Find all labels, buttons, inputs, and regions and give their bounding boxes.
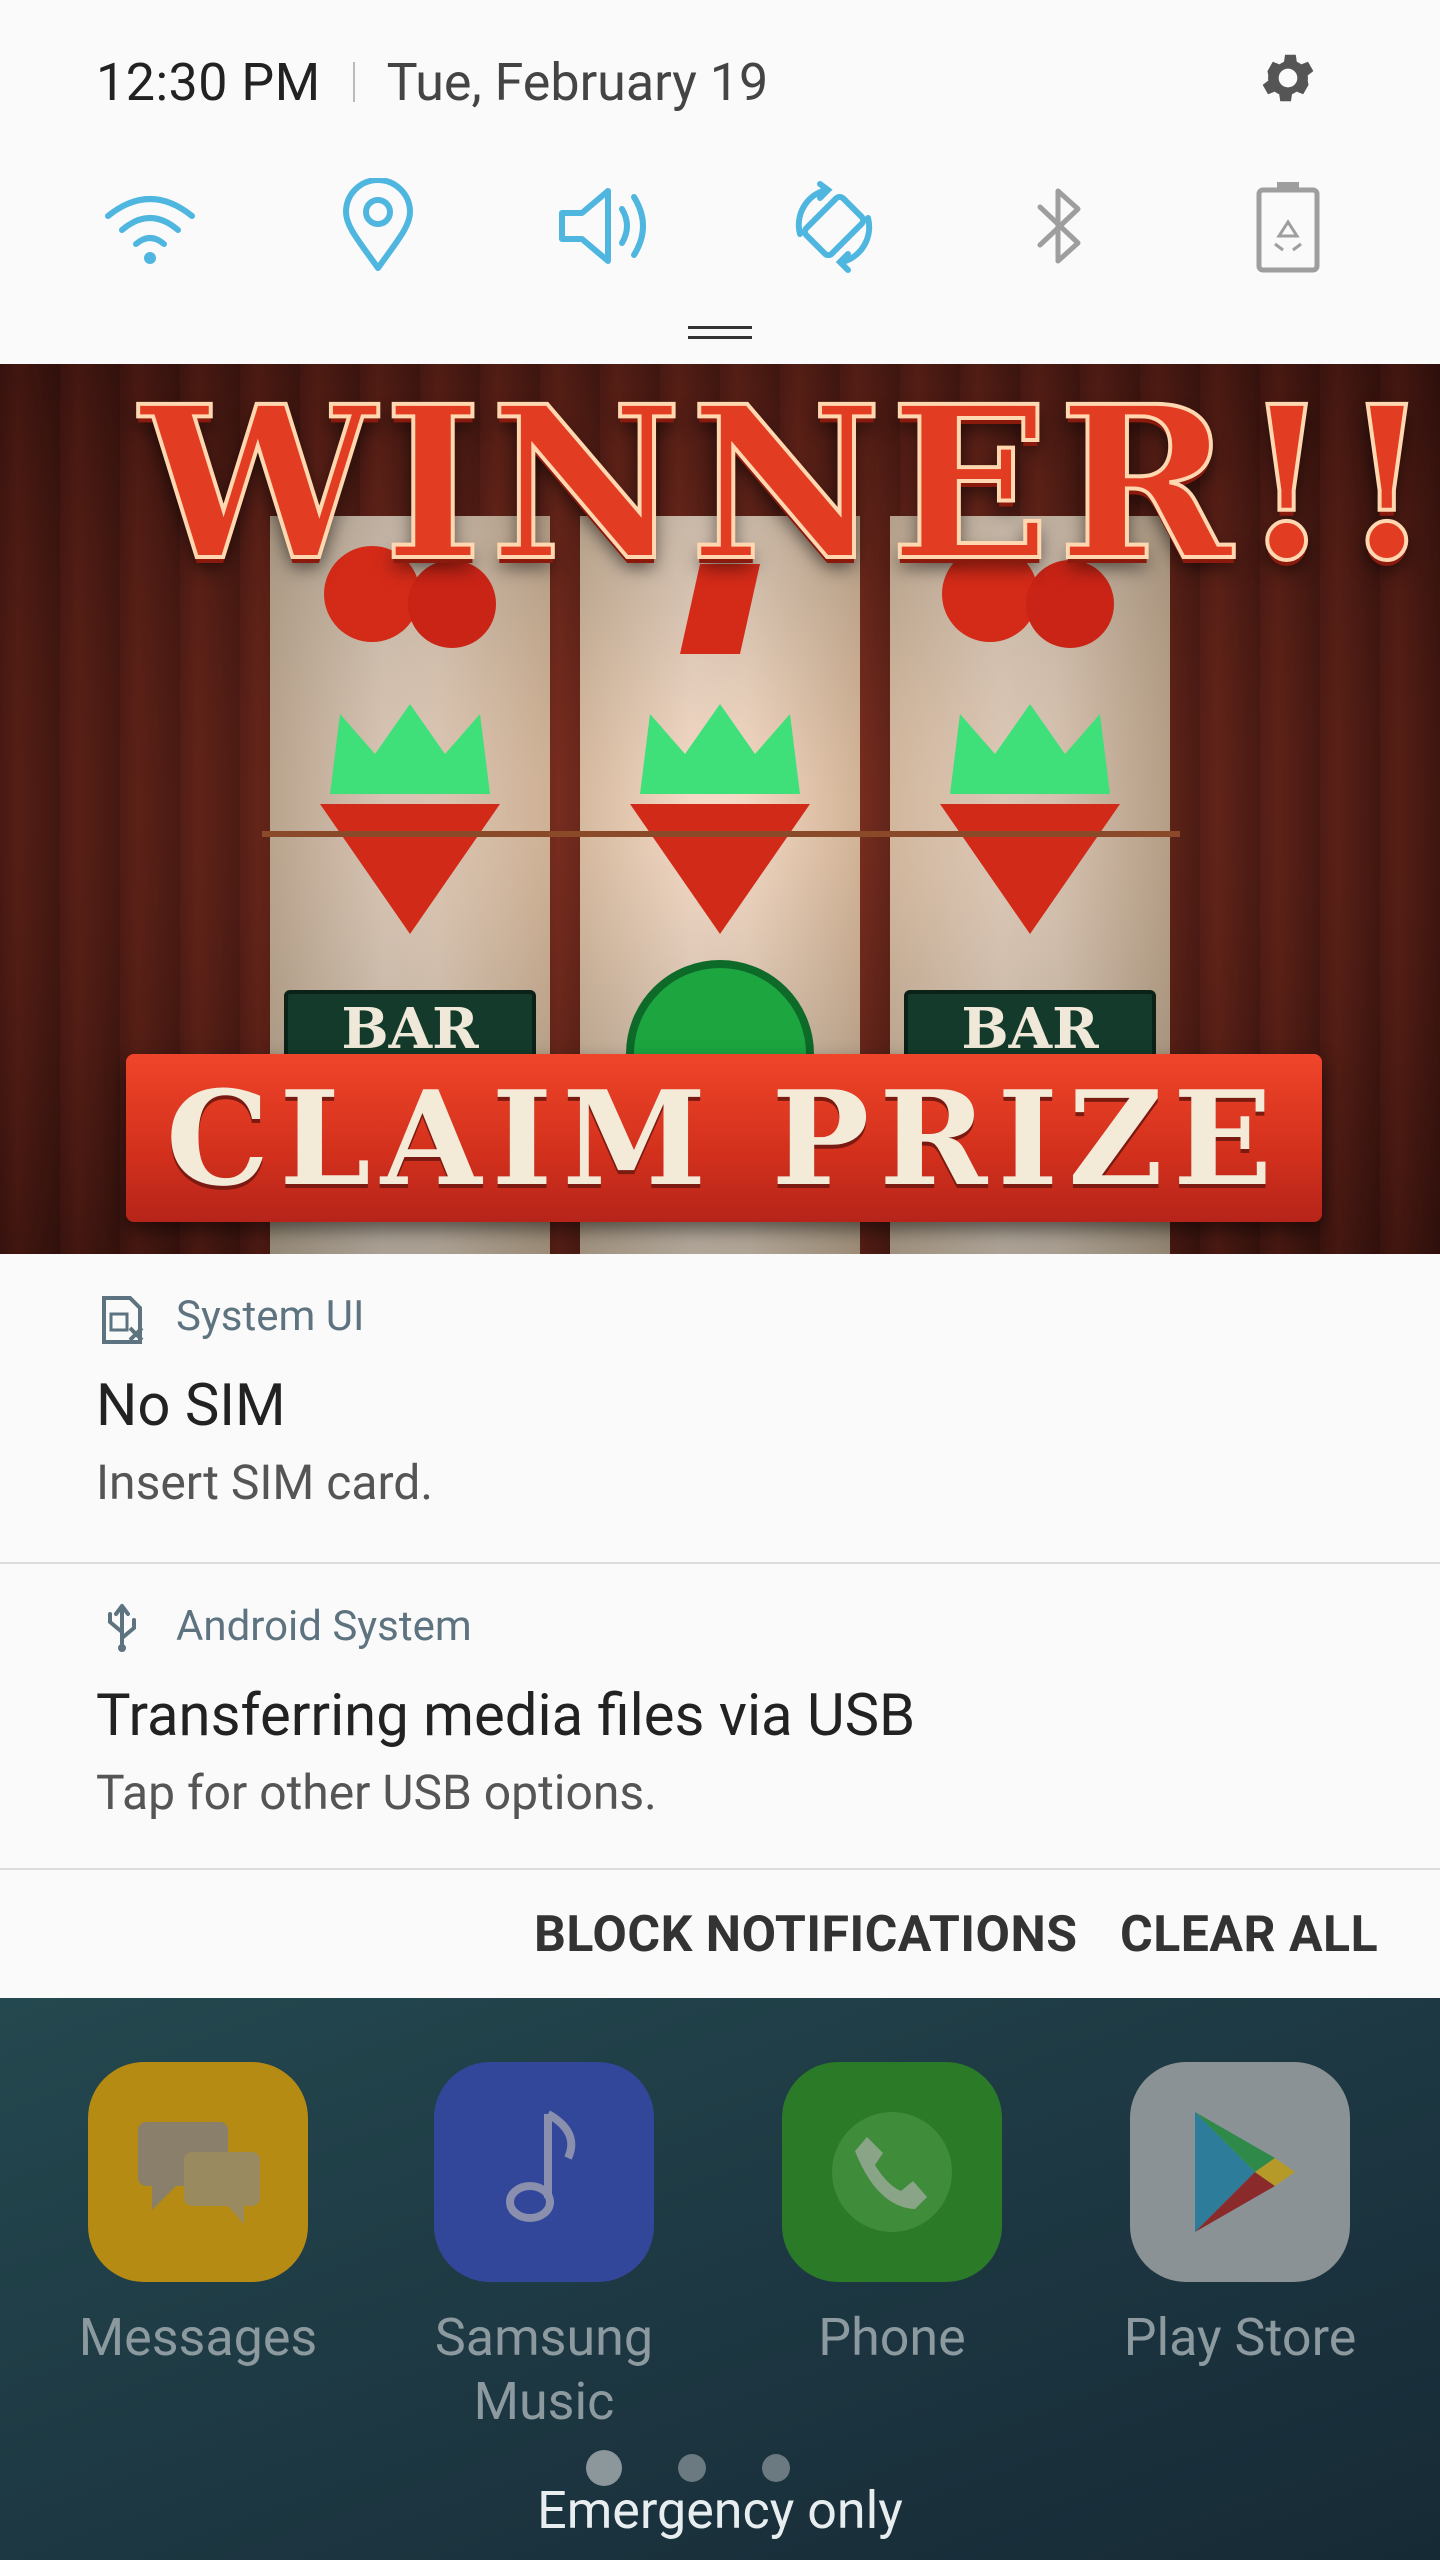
page-dot	[678, 2454, 706, 2482]
bar-symbol-left: BAR	[284, 990, 536, 1062]
play-store-icon	[1130, 2062, 1350, 2282]
home-screen: Messages Samsung Music Phone Play Store …	[0, 1998, 1440, 2560]
ad-headline: WINNER!!!	[138, 364, 1440, 607]
claim-prize-label: CLAIM PRIZE	[165, 1061, 1283, 1215]
wifi-icon	[105, 196, 195, 264]
dock-label: Messages	[78, 2307, 318, 2368]
notification-system-ui[interactable]: System UI No SIM Insert SIM card.	[0, 1254, 1440, 1562]
settings-gear-icon[interactable]	[1256, 46, 1320, 110]
messages-icon	[88, 2062, 308, 2282]
block-notifications-button[interactable]: BLOCK NOTIFICATIONS	[534, 1906, 1078, 1964]
dock-app-samsung-music[interactable]: Samsung Music	[414, 2062, 674, 2434]
claim-prize-button[interactable]: CLAIM PRIZE	[126, 1054, 1322, 1222]
power-saving-icon	[1256, 182, 1320, 273]
clock: 12:30 PM	[96, 51, 321, 113]
wifi-toggle[interactable]	[100, 176, 200, 276]
auto-rotate-toggle[interactable]	[784, 176, 884, 276]
notification-android-system[interactable]: Android System Transferring media files …	[0, 1562, 1440, 1868]
notification-title: No SIM	[96, 1372, 286, 1440]
status-line: 12:30 PM Tue, February 19	[96, 51, 769, 113]
quick-panel: 12:30 PM Tue, February 19	[0, 0, 1440, 364]
notification-text: Tap for other USB options.	[96, 1764, 657, 1821]
bar-symbol-right: BAR	[904, 990, 1156, 1062]
auto-rotate-icon	[795, 181, 873, 273]
dock-label: Phone	[818, 2307, 966, 2368]
sim-card-icon	[102, 1296, 144, 1344]
phone-icon	[782, 2062, 1002, 2282]
quick-settings-row	[0, 176, 1440, 276]
music-icon	[434, 2062, 654, 2282]
page-dot	[762, 2454, 790, 2482]
notification-text: Insert SIM card.	[96, 1454, 433, 1511]
dock-app-messages[interactable]: Messages	[68, 2062, 328, 2370]
sound-toggle[interactable]	[556, 176, 656, 276]
emergency-only-label: Emergency only	[537, 2480, 903, 2541]
bluetooth-toggle[interactable]	[1010, 176, 1110, 276]
notification-app-name: System UI	[176, 1292, 365, 1341]
clear-all-button[interactable]: CLEAR ALL	[1120, 1906, 1378, 1964]
dock-label: Samsung Music	[434, 2307, 654, 2432]
sound-icon	[559, 188, 646, 264]
date[interactable]: Tue, February 19	[387, 52, 769, 113]
dock-label: Play Store	[1123, 2307, 1357, 2368]
location-toggle[interactable]	[328, 176, 428, 276]
divider	[352, 62, 355, 102]
dock-app-play-store[interactable]: Play Store	[1110, 2062, 1370, 2370]
location-icon	[343, 178, 413, 271]
power-saving-toggle[interactable]	[1238, 176, 1338, 276]
ad-banner[interactable]: BAR BAR WINNER!!! CLAIM PRIZE	[0, 364, 1440, 1254]
notification-title: Transferring media files via USB	[96, 1682, 916, 1750]
drag-handle[interactable]	[688, 326, 752, 340]
usb-icon	[108, 1604, 136, 1652]
notification-app-name: Android System	[176, 1602, 472, 1651]
dock-app-phone[interactable]: Phone	[762, 2062, 1022, 2370]
notification-actions: BLOCK NOTIFICATIONS CLEAR ALL	[0, 1868, 1440, 1998]
bluetooth-icon	[1037, 188, 1081, 264]
